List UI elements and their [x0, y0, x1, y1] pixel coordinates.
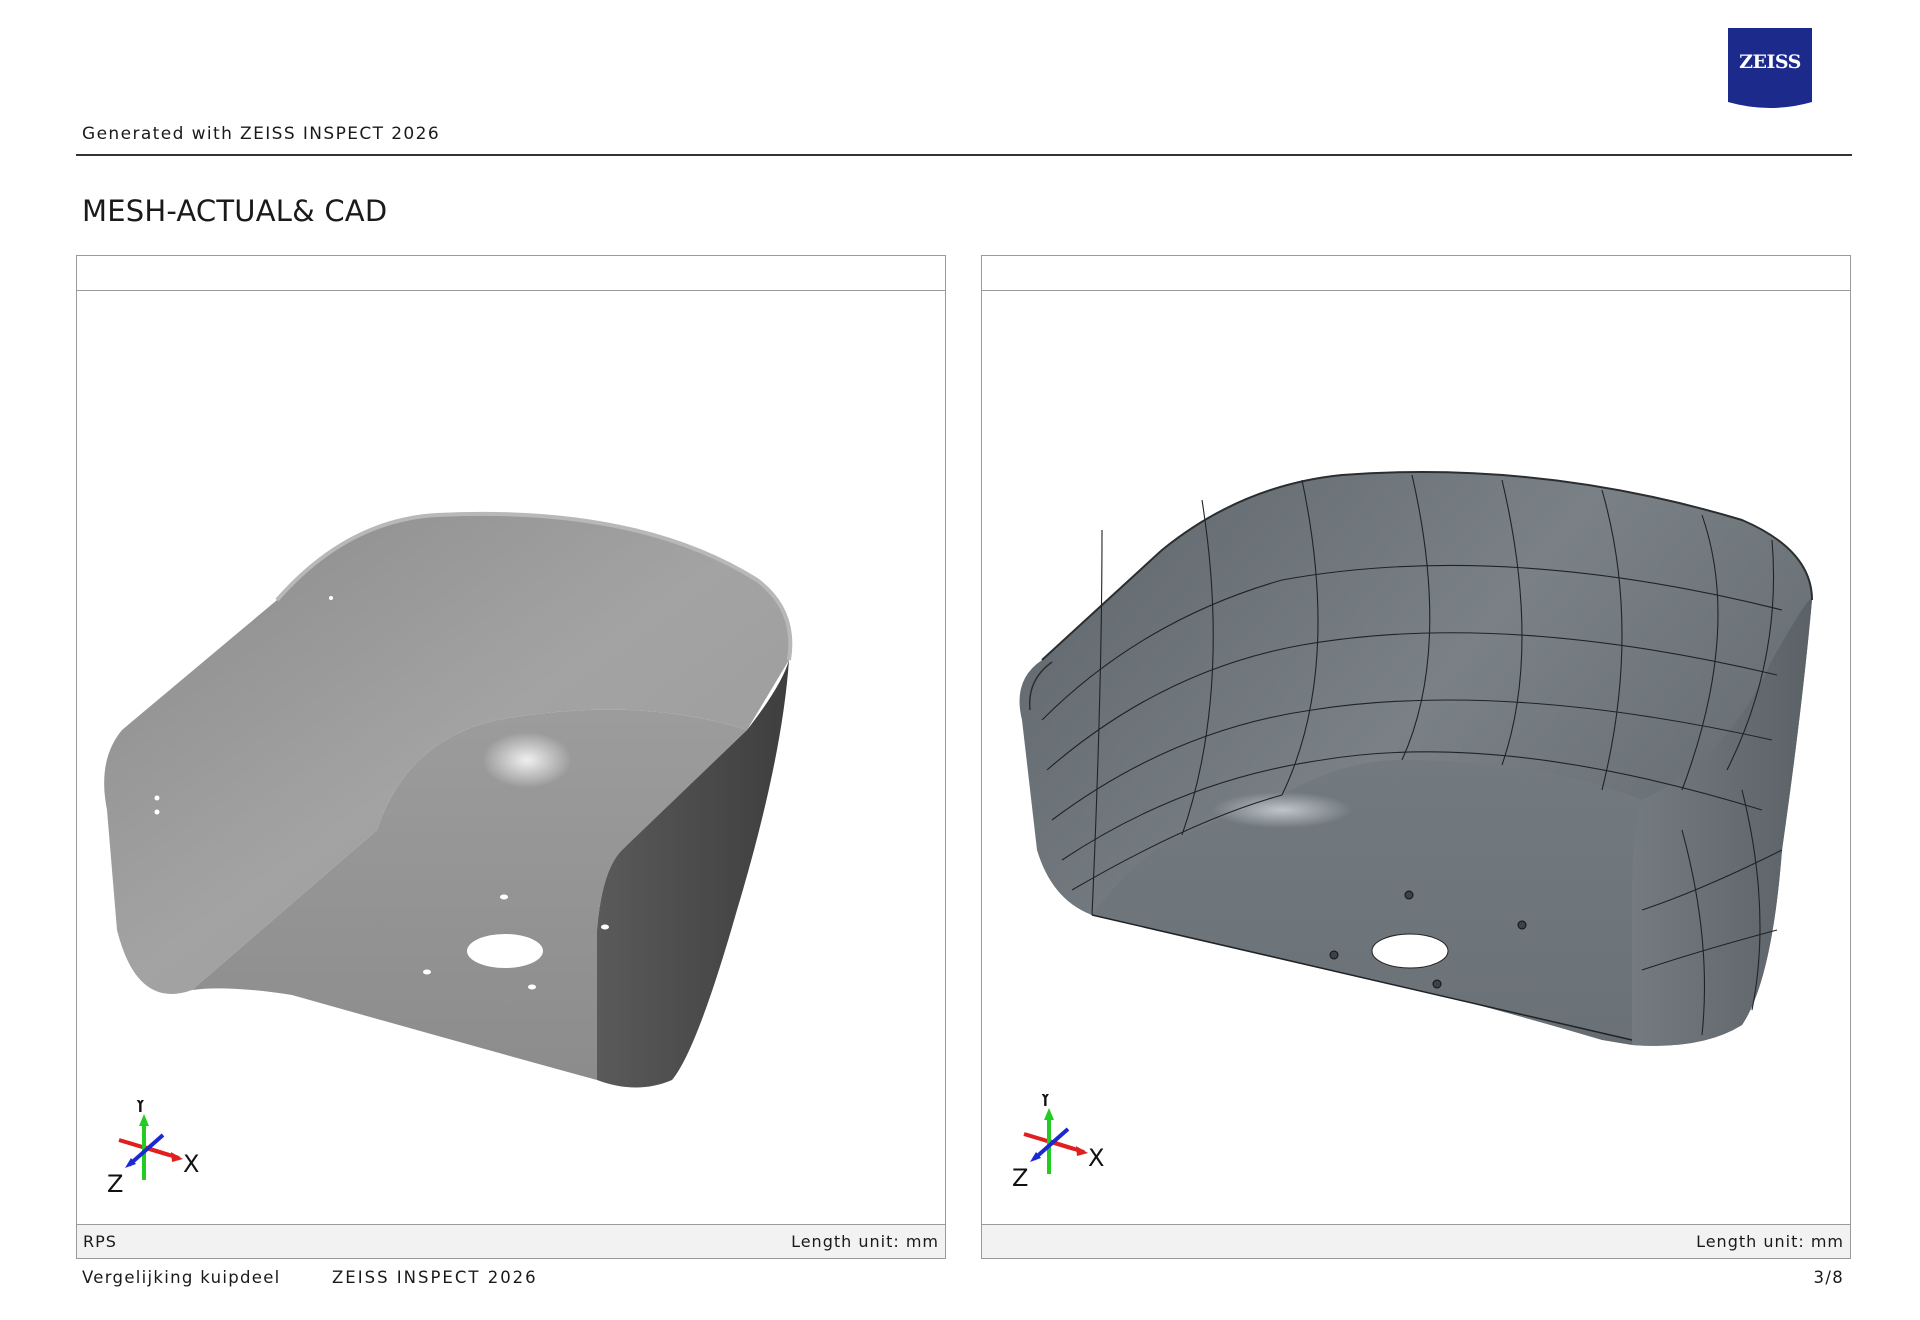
length-unit-label: Length unit: mm	[791, 1232, 939, 1251]
axis-y-label: Y	[132, 1100, 148, 1118]
cad-viewport[interactable]: Y X Z	[982, 290, 1850, 1226]
page-number: 3/8	[1813, 1268, 1844, 1287]
axis-z-label: Z	[107, 1170, 123, 1198]
header-divider	[76, 154, 1852, 156]
panel-header	[77, 256, 945, 291]
mesh-actual-panel: Y X Z RPS Length unit: mm	[76, 255, 946, 1259]
mesh-actual-viewport[interactable]: Y X Z	[77, 290, 945, 1226]
mesh-actual-3d-view	[104, 511, 793, 1088]
panel-footer: Length unit: mm	[982, 1224, 1850, 1258]
cad-3d-view	[1019, 471, 1813, 1046]
axis-triad: Y X Z	[1012, 1094, 1104, 1192]
cad-panel: Y X Z Length unit: mm	[981, 255, 1851, 1259]
page-title: MESH-ACTUAL& CAD	[82, 194, 388, 228]
axis-y-label: Y	[1037, 1094, 1053, 1112]
app-name: ZEISS INSPECT 2026	[332, 1268, 538, 1287]
length-unit-label: Length unit: mm	[1696, 1232, 1844, 1251]
axis-triad: Y X Z	[107, 1100, 199, 1198]
document-name: Vergelijking kuipdeel	[82, 1268, 281, 1287]
axis-x-label: X	[1088, 1144, 1104, 1172]
generated-with-label: Generated with ZEISS INSPECT 2026	[82, 124, 441, 144]
axis-x-label: X	[183, 1150, 199, 1178]
alignment-label: RPS	[83, 1232, 117, 1251]
panel-header	[982, 256, 1850, 291]
panel-footer: RPS Length unit: mm	[77, 1224, 945, 1258]
svg-text:ZEISS: ZEISS	[1739, 51, 1801, 73]
zeiss-logo: ZEISS	[1728, 28, 1812, 108]
axis-z-label: Z	[1012, 1164, 1028, 1192]
